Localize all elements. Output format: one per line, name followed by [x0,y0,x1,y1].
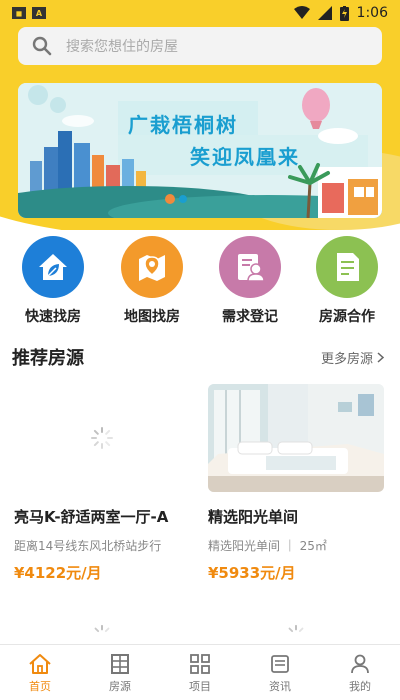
section-title-recommend: 推荐房源 [12,348,84,369]
home-icon [29,654,51,674]
bottom-tab-bar: 首页 房源 项目 资讯 我的 [0,644,400,700]
search-icon [32,36,52,56]
loading-spinner-icon [91,427,113,449]
clock: 1:06 [356,5,388,21]
quick-action-label: 需求登记 [222,309,278,325]
notification-icon: ◼ [12,7,26,19]
tab-listings[interactable]: 房源 [80,645,160,700]
quick-action-label: 地图找房 [124,309,180,325]
quick-action-map-search[interactable]: 地图找房 [117,236,187,326]
house-leaf-icon [22,236,84,298]
listing-price: ¥4122元/月 [14,564,102,582]
signal-icon [317,6,332,20]
tab-news[interactable]: 资讯 [240,645,320,700]
listing-title: 精选阳光单间 [208,508,299,526]
grid-icon [190,654,210,674]
document-icon [316,236,378,298]
quick-action-fast-search[interactable]: 快速找房 [18,236,88,326]
tab-label: 资讯 [269,680,291,693]
banner-slogan-2: 笑迎凤凰来 [190,145,300,169]
listing-card[interactable]: 亮马K-舒适两室一厅-A 距离14号线东风北桥站步行 ¥4122元/月 [14,384,190,583]
loading-spinner-icon [94,624,110,633]
status-bar: ◼ A 1:06 [0,0,400,26]
more-listings-label: 更多房源 [320,352,373,367]
chevron-right-icon [377,352,384,363]
wifi-icon [293,6,310,19]
promo-banner[interactable]: 广栽梧桐树 笑迎凤凰来 [18,83,382,218]
search-input[interactable]: 搜索您想住的房屋 [18,27,382,65]
tab-profile[interactable]: 我的 [320,645,400,700]
building-icon [111,654,129,674]
battery-icon [339,5,349,21]
tab-label: 项目 [189,680,211,693]
profile-card-icon [219,236,281,298]
user-icon [351,654,369,674]
search-placeholder: 搜索您想住的房屋 [66,39,178,55]
tab-label: 房源 [109,680,131,693]
listing-image-loading [14,384,190,492]
app-notification-icon: A [32,7,46,19]
tab-projects[interactable]: 项目 [160,645,240,700]
listing-price: ¥5933元/月 [208,564,296,582]
listing-photo [208,384,384,492]
more-listings-link[interactable]: 更多房源 [321,348,384,367]
tab-label: 首页 [29,680,51,693]
map-pin-icon [121,236,183,298]
listing-meta: 精选阳光单间 ｜ 25㎡ [208,539,327,553]
news-icon [271,655,289,673]
tab-label: 我的 [349,680,371,693]
listing-meta: 距离14号线东风北桥站步行 [14,539,162,553]
banner-slogan-1: 广栽梧桐树 [128,113,238,137]
quick-action-demand-register[interactable]: 需求登记 [215,236,285,326]
quick-action-listing-cooperation[interactable]: 房源合作 [312,236,382,326]
listing-card[interactable]: 精选阳光单间 精选阳光单间 ｜ 25㎡ ¥5933元/月 [208,384,384,583]
listing-title: 亮马K-舒适两室一厅-A [14,508,169,526]
loading-spinner-icon [288,624,304,633]
quick-action-label: 快速找房 [25,309,81,325]
tab-home[interactable]: 首页 [0,645,80,700]
quick-action-label: 房源合作 [319,309,375,325]
